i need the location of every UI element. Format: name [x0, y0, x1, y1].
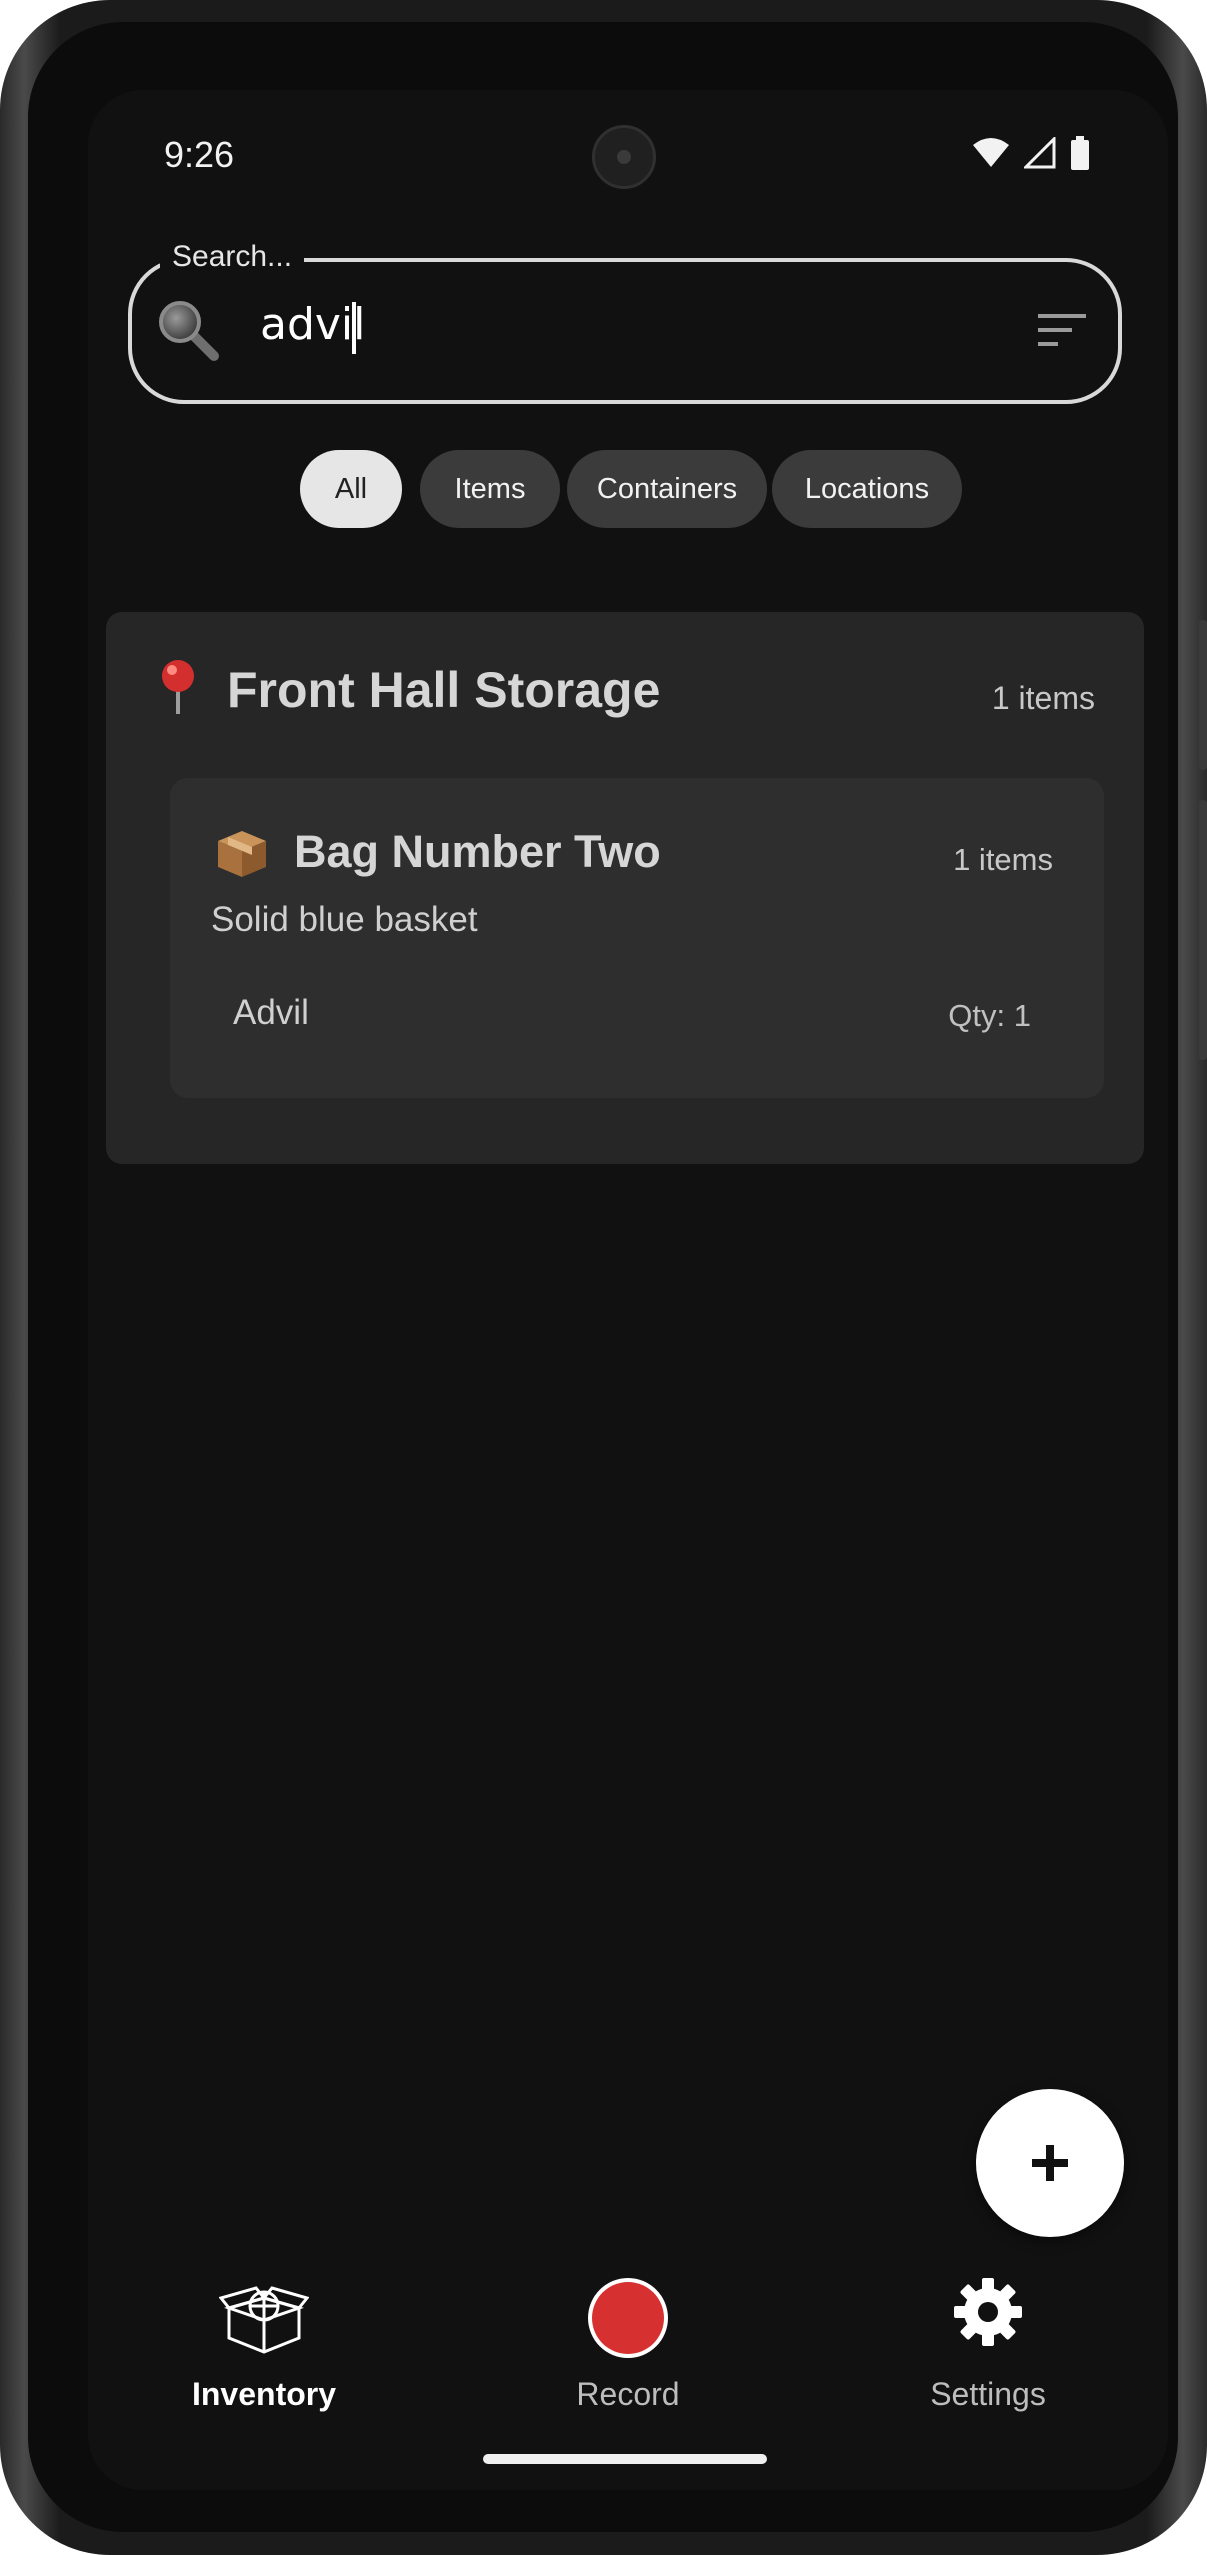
- nav-inventory[interactable]: Inventory: [134, 2276, 394, 2416]
- chip-all[interactable]: All: [300, 450, 402, 528]
- search-input[interactable]: [260, 296, 860, 352]
- chip-items[interactable]: Items: [420, 450, 560, 528]
- container-description: Solid blue basket: [211, 900, 478, 939]
- item-name[interactable]: Advil: [233, 993, 309, 1033]
- gear-icon: [954, 2278, 1022, 2346]
- inventory-box-icon: [219, 2286, 309, 2354]
- app-screen: 9:26 Search... advil All Items Container…: [88, 90, 1168, 2490]
- front-camera: [592, 125, 656, 189]
- nav-settings-label: Settings: [930, 2376, 1046, 2412]
- nav-settings[interactable]: Settings: [858, 2276, 1118, 2416]
- phone-frame: 9:26 Search... advil All Items Container…: [0, 0, 1207, 2555]
- package-box-icon: [218, 831, 266, 877]
- phone-bezel: 9:26 Search... advil All Items Container…: [28, 22, 1178, 2532]
- record-icon: [588, 2278, 668, 2358]
- status-time: 9:26: [164, 134, 235, 175]
- battery-icon: [1071, 136, 1089, 170]
- item-quantity: Qty: 1: [948, 998, 1031, 1033]
- chip-locations[interactable]: Locations: [772, 450, 962, 528]
- text-cursor: [352, 302, 356, 354]
- nav-inventory-label: Inventory: [191, 2376, 337, 2412]
- nav-record-label: Record: [576, 2376, 680, 2412]
- status-icons: [972, 136, 1090, 170]
- container-item-count: 1 items: [953, 842, 1053, 877]
- home-indicator[interactable]: [483, 2454, 767, 2464]
- search-label: Search...: [160, 240, 305, 274]
- wifi-icon: [973, 138, 1009, 167]
- search-icon[interactable]: [156, 298, 220, 362]
- sort-filter-icon[interactable]: [1036, 310, 1088, 350]
- power-button: [1199, 800, 1207, 1060]
- chip-containers[interactable]: Containers: [567, 450, 767, 528]
- nav-record[interactable]: Record: [498, 2276, 758, 2416]
- location-item-count: 1 items: [991, 680, 1095, 716]
- add-button[interactable]: [976, 2089, 1124, 2237]
- signal-icon: [1024, 137, 1056, 169]
- location-title: Front Hall Storage: [227, 662, 661, 718]
- container-title: Bag Number Two: [294, 826, 661, 877]
- plus-icon: [1032, 2145, 1068, 2181]
- volume-button: [1199, 620, 1207, 770]
- location-pin-icon: [162, 660, 194, 714]
